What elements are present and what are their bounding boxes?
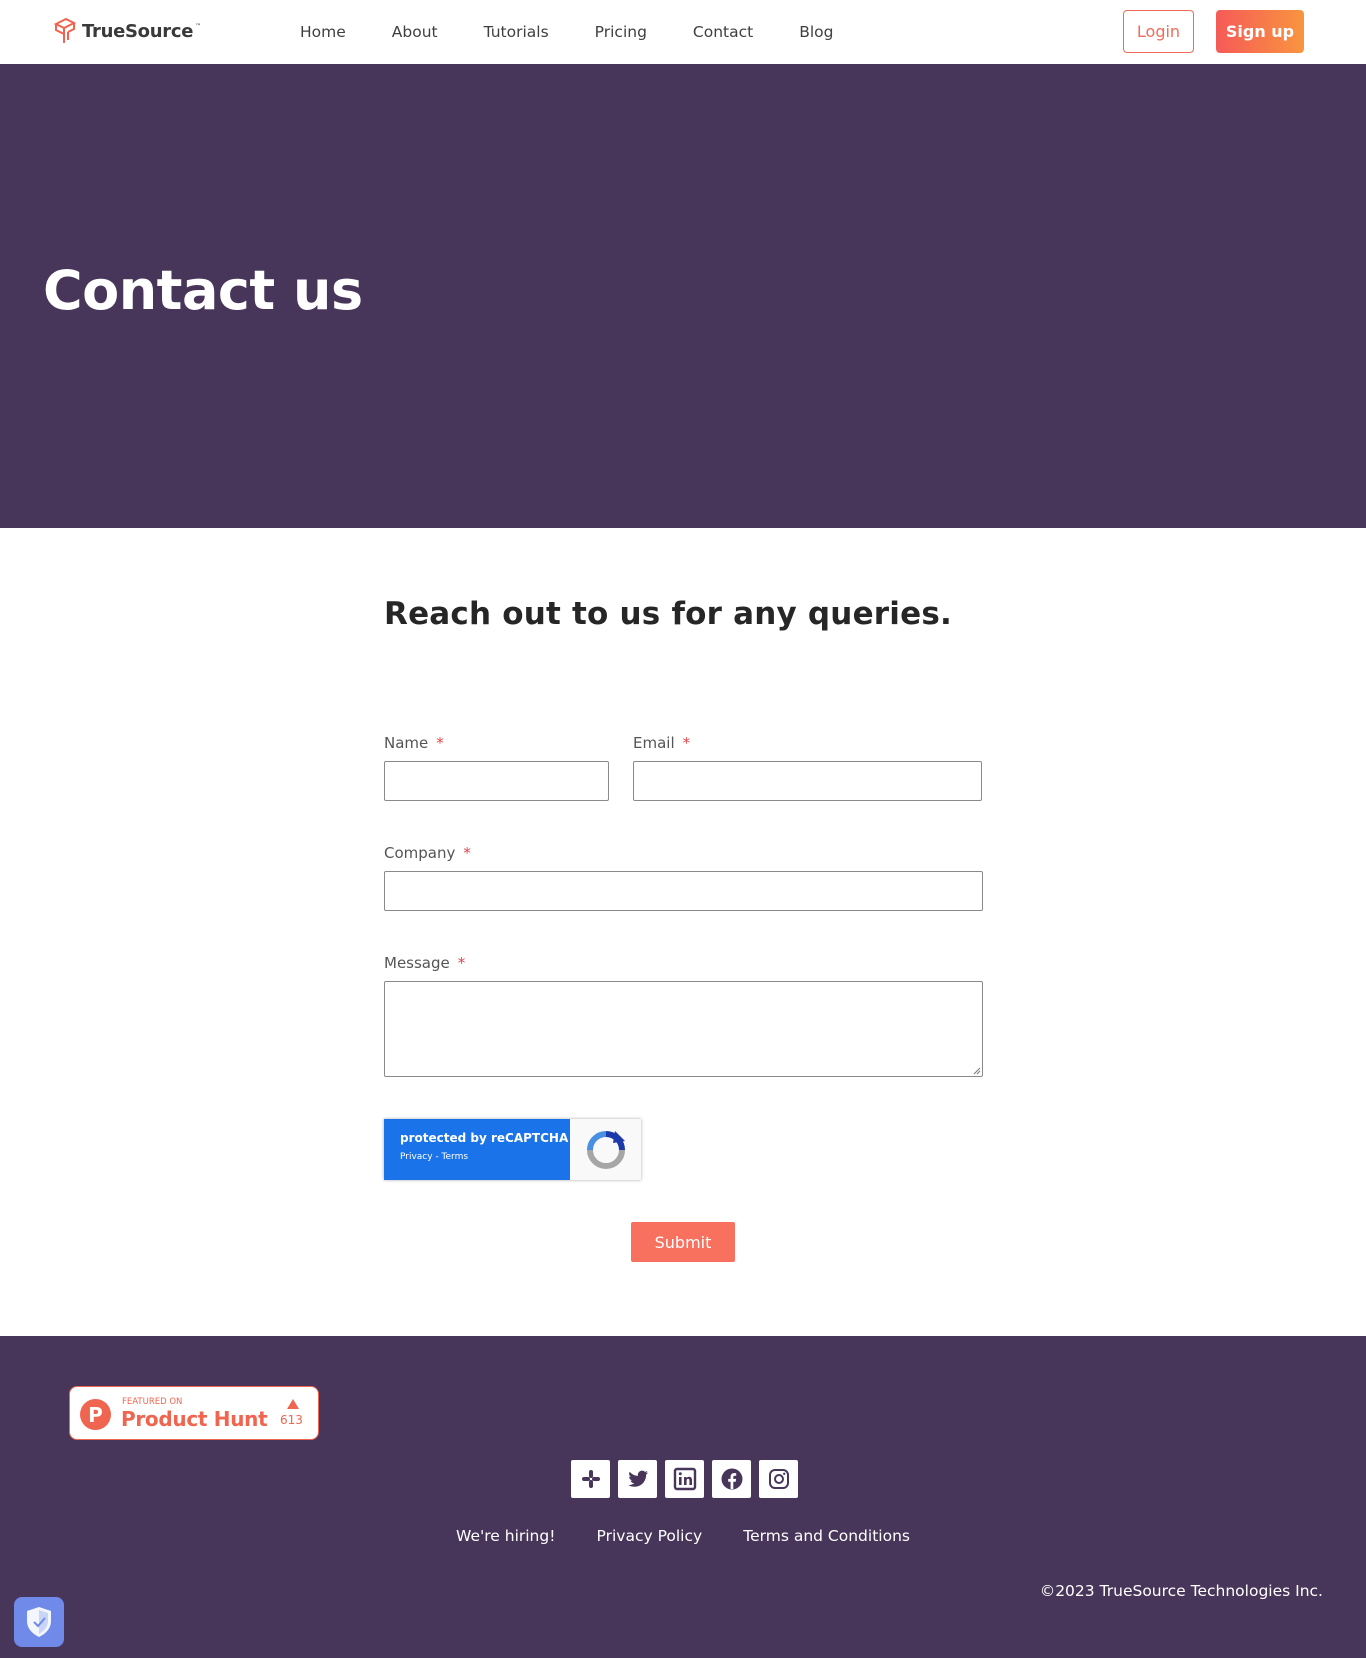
footer-link-privacy[interactable]: Privacy Policy	[597, 1527, 703, 1545]
required-mark: *	[436, 734, 444, 752]
recaptcha-links[interactable]: Privacy - Terms	[400, 1152, 570, 1162]
footer-link-hiring[interactable]: We're hiring!	[456, 1527, 555, 1545]
linkedin-link[interactable]	[665, 1460, 704, 1498]
nav-blog[interactable]: Blog	[799, 23, 833, 41]
email-label-text: Email	[633, 734, 675, 752]
nav-about[interactable]: About	[392, 23, 438, 41]
logo[interactable]: TrueSource ™	[52, 16, 201, 46]
message-textarea[interactable]	[384, 981, 983, 1077]
form-heading: Reach out to us for any queries.	[384, 596, 952, 632]
submit-button[interactable]: Submit	[631, 1222, 735, 1262]
recaptcha-badge[interactable]: protected by reCAPTCHA Privacy - Terms	[384, 1119, 641, 1180]
slack-icon	[581, 1470, 600, 1488]
company-label: Company *	[384, 844, 471, 862]
name-input[interactable]	[384, 761, 609, 801]
trademark-mark: ™	[195, 22, 202, 30]
required-mark: *	[682, 734, 691, 752]
name-label: Name *	[384, 734, 444, 752]
company-label-text: Company	[384, 844, 456, 862]
twitter-icon	[627, 1470, 648, 1487]
name-label-text: Name	[384, 734, 429, 752]
email-input[interactable]	[633, 761, 982, 801]
product-hunt-featured: FEATURED ON	[122, 1397, 183, 1407]
main-nav: Home About Tutorials Pricing Contact Blo…	[300, 0, 880, 64]
required-mark: *	[457, 954, 466, 972]
company-input[interactable]	[384, 871, 983, 911]
upvote-count: 613	[280, 1413, 303, 1427]
nav-contact[interactable]: Contact	[693, 23, 753, 41]
message-label-text: Message	[384, 954, 450, 972]
recaptcha-icon	[586, 1130, 625, 1169]
recaptcha-logo	[570, 1119, 641, 1180]
slack-link[interactable]	[571, 1460, 610, 1498]
facebook-icon	[721, 1468, 742, 1490]
nav-pricing[interactable]: Pricing	[595, 23, 647, 41]
hero-banner: Contact us	[0, 64, 1366, 528]
instagram-link[interactable]	[759, 1460, 798, 1498]
signup-button[interactable]: Sign up	[1216, 10, 1304, 53]
nav-tutorials[interactable]: Tutorials	[484, 23, 549, 41]
product-hunt-badge[interactable]: P FEATURED ON Product Hunt 613	[69, 1386, 319, 1440]
message-label: Message *	[384, 954, 465, 972]
privacy-shield-widget[interactable]	[14, 1597, 64, 1647]
social-links	[571, 1460, 798, 1498]
page-title: Contact us	[43, 259, 363, 322]
copyright-text: ©2023 TrueSource Technologies Inc.	[1039, 1582, 1323, 1600]
instagram-icon	[768, 1469, 789, 1489]
nav-home[interactable]: Home	[300, 23, 346, 41]
required-mark: *	[463, 844, 471, 862]
site-footer: P FEATURED ON Product Hunt 613 We're hir…	[0, 1336, 1366, 1658]
truesource-logo-icon	[53, 17, 76, 43]
resize-grip-icon[interactable]	[973, 1067, 981, 1075]
login-button[interactable]: Login	[1123, 10, 1194, 53]
recaptcha-title: protected by reCAPTCHA	[400, 1131, 569, 1145]
footer-link-terms[interactable]: Terms and Conditions	[743, 1527, 910, 1545]
facebook-link[interactable]	[712, 1460, 751, 1498]
logo-text: TrueSource	[82, 20, 194, 42]
product-hunt-icon: P	[80, 1399, 111, 1430]
footer-links: We're hiring! Privacy Policy Terms and C…	[0, 1526, 1366, 1545]
twitter-link[interactable]	[618, 1460, 657, 1498]
email-label: Email *	[633, 734, 690, 752]
product-hunt-title: Product Hunt	[121, 1407, 268, 1431]
upvote-arrow-icon	[287, 1399, 299, 1409]
site-header: TrueSource ™ Home About Tutorials Pricin…	[0, 0, 1366, 64]
shield-check-icon	[27, 1607, 51, 1637]
recaptcha-info: protected by reCAPTCHA Privacy - Terms	[384, 1119, 570, 1180]
linkedin-icon	[673, 1467, 696, 1491]
